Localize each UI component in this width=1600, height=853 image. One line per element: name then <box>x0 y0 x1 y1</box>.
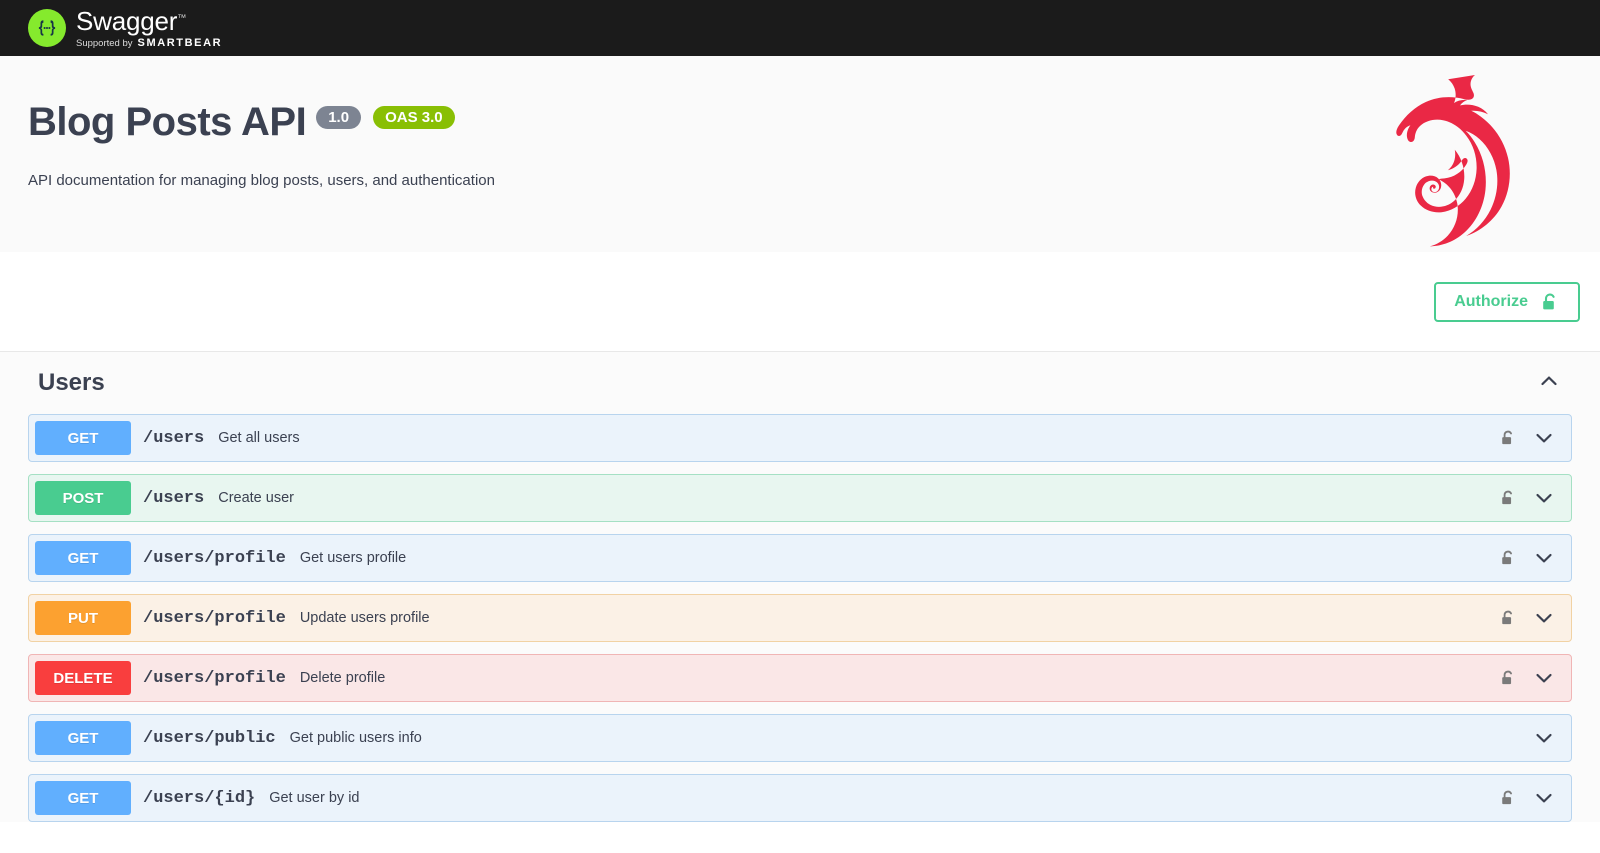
operation-row[interactable]: POST/users Create user <box>28 474 1572 522</box>
swagger-logo[interactable]: Swagger™ Supported by SMARTBEAR <box>28 8 222 49</box>
authorize-band: Authorize <box>0 252 1600 352</box>
chevron-down-icon[interactable] <box>1531 725 1557 751</box>
tag-title: Users <box>38 369 105 396</box>
operation-row[interactable]: DELETE/users/profile Delete profile <box>28 654 1572 702</box>
version-badge: 1.0 <box>316 106 362 129</box>
chevron-up-icon[interactable] <box>1536 368 1562 399</box>
chevron-down-icon[interactable] <box>1531 425 1557 451</box>
nestjs-cat-logo <box>1358 64 1558 252</box>
api-title-row: Blog Posts API 1.0 OAS 3.0 <box>28 102 1572 142</box>
operation-summary: Get public users info <box>289 730 422 746</box>
unlocked-padlock-icon[interactable] <box>1499 669 1517 687</box>
api-description: API documentation for managing blog post… <box>28 172 495 189</box>
operation-path: /users/profile <box>143 608 286 628</box>
unlocked-padlock-icon[interactable] <box>1499 609 1517 627</box>
chevron-down-icon[interactable] <box>1531 545 1557 571</box>
operation-summary: Get users profile <box>299 550 407 566</box>
http-method-badge: GET <box>35 541 131 575</box>
operation-row[interactable]: PUT/users/profile Update users profile <box>28 594 1572 642</box>
operation-row[interactable]: GET/users/public Get public users info <box>28 714 1572 762</box>
swagger-topbar: Swagger™ Supported by SMARTBEAR <box>0 0 1600 56</box>
operations-list: GET/users Get all users POST/users Create u… <box>20 414 1580 822</box>
operation-path: /users/profile <box>143 548 286 568</box>
oas-version-badge: OAS 3.0 <box>373 106 455 129</box>
operation-row[interactable]: GET/users Get all users <box>28 414 1572 462</box>
chevron-down-icon[interactable] <box>1531 665 1557 691</box>
unlocked-padlock-icon[interactable] <box>1499 789 1517 807</box>
operation-row[interactable]: GET/users/{id} Get user by id <box>28 774 1572 822</box>
unlocked-padlock-icon[interactable] <box>1499 489 1517 507</box>
authorize-button-label: Authorize <box>1454 292 1528 310</box>
operation-path: /users <box>143 428 205 448</box>
unlocked-padlock-icon <box>1540 292 1560 312</box>
tag-section-users: Users GET/users Get all users POST/users Cr… <box>0 352 1600 822</box>
smartbear-brand: SMARTBEAR <box>137 36 223 49</box>
http-method-badge: GET <box>35 781 131 815</box>
operation-path: /users/public <box>143 728 276 748</box>
operation-path: /users/{id} <box>143 788 256 808</box>
swagger-wordmark: Swagger™ <box>76 5 187 36</box>
http-method-badge: POST <box>35 481 131 515</box>
page-title: Blog Posts API <box>28 100 307 144</box>
authorize-button[interactable]: Authorize <box>1434 281 1580 322</box>
swagger-braces-icon <box>28 9 66 47</box>
api-info-band: Blog Posts API 1.0 OAS 3.0 API documenta… <box>0 56 1600 252</box>
chevron-down-icon[interactable] <box>1531 785 1557 811</box>
operation-path: /users/profile <box>143 668 286 688</box>
http-method-badge: GET <box>35 721 131 755</box>
operation-summary: Get user by id <box>269 790 360 806</box>
operation-summary: Create user <box>218 490 294 506</box>
operation-summary: Get all users <box>218 430 300 446</box>
operation-summary: Delete profile <box>299 670 386 686</box>
http-method-badge: PUT <box>35 601 131 635</box>
operation-path: /users <box>143 488 205 508</box>
chevron-down-icon[interactable] <box>1531 605 1557 631</box>
unlocked-padlock-icon[interactable] <box>1499 429 1517 447</box>
http-method-badge: GET <box>35 421 131 455</box>
operation-summary: Update users profile <box>299 610 430 626</box>
trademark-symbol: ™ <box>177 11 187 22</box>
supported-by-label: Supported by <box>76 37 133 49</box>
http-method-badge: DELETE <box>35 661 131 695</box>
tag-section-header[interactable]: Users <box>20 352 1580 414</box>
operation-row[interactable]: GET/users/profile Get users profile <box>28 534 1572 582</box>
unlocked-padlock-icon[interactable] <box>1499 549 1517 567</box>
chevron-down-icon[interactable] <box>1531 485 1557 511</box>
